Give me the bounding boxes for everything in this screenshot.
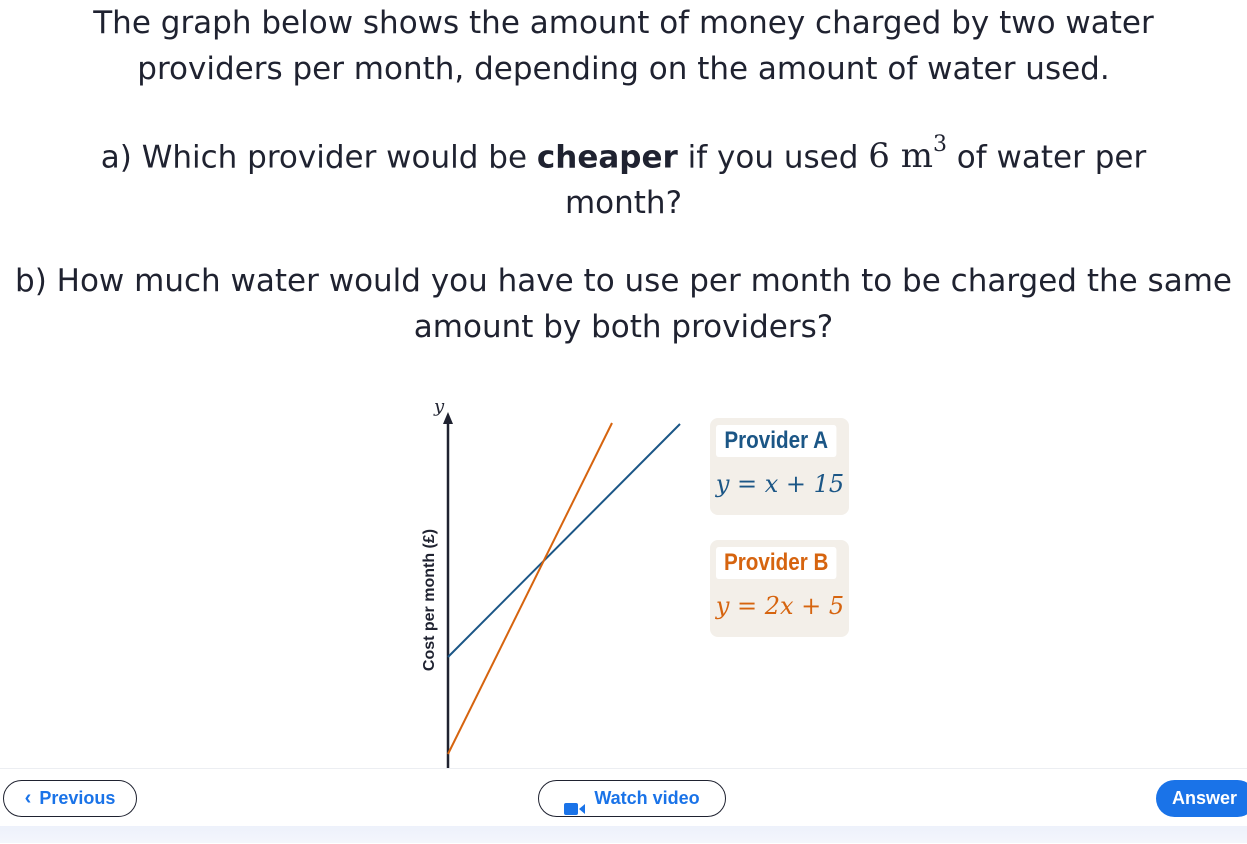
nav-bottom-band: [0, 826, 1247, 843]
provider-b-equation: y = 2x + 5: [715, 592, 845, 620]
provider-a-label: Provider A: [716, 425, 837, 457]
question-text: The graph below shows the amount of mone…: [0, 0, 1247, 350]
part-a-math-base: 6 m: [868, 136, 933, 177]
y-axis-arrow: [443, 412, 453, 424]
provider-b-line: [447, 422, 613, 755]
previous-button[interactable]: ‹ Previous: [3, 780, 137, 817]
part-a-bold: cheaper: [536, 139, 678, 176]
question-intro: The graph below shows the amount of mone…: [93, 5, 1154, 87]
answer-button[interactable]: Answer: [1156, 780, 1247, 817]
answer-label: Answer: [1172, 788, 1238, 808]
part-a-middle: if you used: [677, 139, 869, 176]
watch-video-label: Watch video: [594, 788, 700, 808]
watch-video-button[interactable]: Watch video: [538, 780, 726, 817]
part-a-math-exponent: 3: [932, 132, 947, 157]
part-a-math: 6 m3: [868, 132, 947, 177]
provider-a-line: [447, 423, 681, 658]
provider-a-box: Provider A y = x + 15: [710, 418, 849, 515]
provider-a-equation: y = x + 15: [715, 470, 845, 498]
chevron-left-icon: ‹: [24, 787, 32, 809]
y-axis-symbol: y: [433, 396, 445, 417]
y-axis-label: Cost per month (£): [421, 529, 438, 671]
provider-b-box: Provider B y = 2x + 5: [710, 540, 849, 637]
question-part-b: b) How much water would you have to use …: [15, 263, 1232, 346]
question-part-a: a) Which provider would be cheaper if yo…: [0, 126, 1247, 226]
provider-b-label: Provider B: [716, 547, 837, 579]
video-camera-icon: [564, 792, 586, 815]
part-a-prefix: a) Which provider would be: [100, 139, 537, 176]
previous-label: Previous: [39, 788, 116, 808]
